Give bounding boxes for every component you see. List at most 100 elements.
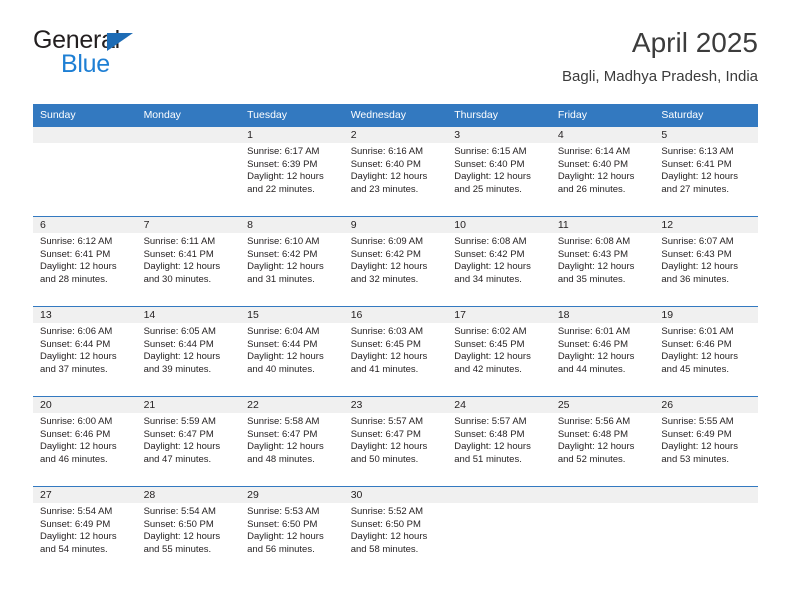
weekday-header-friday: Friday xyxy=(550,104,655,127)
day-cell-inner xyxy=(136,127,241,216)
sunset-time: Sunset: 6:47 PM xyxy=(247,428,318,440)
sunrise-time: Sunrise: 6:00 AM xyxy=(40,416,113,427)
calendar-day-cell[interactable]: 12 Sunrise: 6:07 AM Sunset: 6:43 PM Dayligh… xyxy=(654,216,758,307)
day-number: 3 xyxy=(447,127,551,143)
calendar-day-cell[interactable]: 14 Sunrise: 6:05 AM Sunset: 6:44 PM Dayligh… xyxy=(136,306,241,397)
calendar-day-cell[interactable]: 11 Sunrise: 6:08 AM Sunset: 6:43 PM Dayligh… xyxy=(550,216,655,307)
calendar-day-cell[interactable]: 29 Sunrise: 5:53 AM Sunset: 6:50 PM Dayligh… xyxy=(240,486,344,576)
calendar-day-cell[interactable]: 17 Sunrise: 6:02 AM Sunset: 6:45 PM Dayligh… xyxy=(447,306,551,397)
day-cell-inner: 1 Sunrise: 6:17 AM Sunset: 6:39 PM Daylight… xyxy=(240,127,344,216)
sunset-time: Sunset: 6:48 PM xyxy=(454,428,525,440)
calendar-day-cell[interactable]: 10 Sunrise: 6:08 AM Sunset: 6:42 PM Dayligh… xyxy=(447,216,551,307)
calendar-header: Sunday Monday Tuesday Wednesday Thursday… xyxy=(33,104,758,127)
daylight-duration-line1: Daylight: 12 hours xyxy=(247,261,324,273)
sunset-time: Sunset: 6:42 PM xyxy=(454,248,525,260)
day-number: 5 xyxy=(654,127,758,143)
daylight-duration-line2: and 27 minutes. xyxy=(661,183,729,195)
calendar-day-cell[interactable]: 6 Sunrise: 6:12 AM Sunset: 6:41 PM Daylight… xyxy=(33,216,137,307)
sunrise-time: Sunrise: 6:05 AM xyxy=(143,326,216,337)
day-details: Sunrise: 5:53 AM Sunset: 6:50 PM Daylight:… xyxy=(240,503,344,556)
day-number: 14 xyxy=(136,307,241,323)
day-cell-inner: 22 Sunrise: 5:58 AM Sunset: 6:47 PM Dayligh… xyxy=(240,397,344,486)
day-cell-inner: 17 Sunrise: 6:02 AM Sunset: 6:45 PM Dayligh… xyxy=(447,307,551,396)
day-cell-inner: 26 Sunrise: 5:55 AM Sunset: 6:49 PM Dayligh… xyxy=(654,397,758,486)
calendar-day-cell[interactable]: 2 Sunrise: 6:16 AM Sunset: 6:40 PM Daylight… xyxy=(343,126,448,217)
calendar-day-cell[interactable]: 25 Sunrise: 5:56 AM Sunset: 6:48 PM Dayligh… xyxy=(550,396,655,487)
calendar-day-cell[interactable]: 13 Sunrise: 6:06 AM Sunset: 6:44 PM Dayligh… xyxy=(33,306,137,397)
day-details: Sunrise: 6:01 AM Sunset: 6:46 PM Daylight:… xyxy=(654,323,758,376)
day-details: Sunrise: 6:05 AM Sunset: 6:44 PM Daylight:… xyxy=(137,323,241,376)
calendar-day-cell[interactable]: 21 Sunrise: 5:59 AM Sunset: 6:47 PM Dayligh… xyxy=(136,396,241,487)
daylight-duration-line1: Daylight: 12 hours xyxy=(143,441,221,453)
calendar-body: 1 Sunrise: 6:17 AM Sunset: 6:39 PM Daylight… xyxy=(33,126,758,576)
day-details: Sunrise: 6:01 AM Sunset: 6:46 PM Daylight:… xyxy=(551,323,655,376)
day-cell-inner: 29 Sunrise: 5:53 AM Sunset: 6:50 PM Dayligh… xyxy=(240,487,344,576)
daylight-duration-line2: and 22 minutes. xyxy=(247,183,315,195)
calendar-day-cell[interactable]: 22 Sunrise: 5:58 AM Sunset: 6:47 PM Dayligh… xyxy=(240,396,344,487)
day-details: Sunrise: 6:11 AM Sunset: 6:41 PM Daylight:… xyxy=(137,233,241,286)
calendar-day-cell[interactable]: 9 Sunrise: 6:09 AM Sunset: 6:42 PM Daylight… xyxy=(343,216,448,307)
daylight-duration-line1: Daylight: 12 hours xyxy=(350,531,428,543)
calendar-day-cell[interactable]: 23 Sunrise: 5:57 AM Sunset: 6:47 PM Dayligh… xyxy=(343,396,448,487)
page-title: April 2025 xyxy=(631,27,758,58)
day-cell-inner: 12 Sunrise: 6:07 AM Sunset: 6:43 PM Dayligh… xyxy=(654,217,758,306)
day-number: 4 xyxy=(550,127,655,143)
daylight-duration-line2: and 44 minutes. xyxy=(557,363,626,375)
day-cell-inner: 15 Sunrise: 6:04 AM Sunset: 6:44 PM Dayligh… xyxy=(240,307,344,396)
day-cell-inner: 24 Sunrise: 5:57 AM Sunset: 6:48 PM Dayligh… xyxy=(447,397,551,486)
daylight-duration-line1: Daylight: 12 hours xyxy=(40,441,117,453)
calendar-empty-cell xyxy=(136,126,241,217)
calendar-day-cell[interactable]: 19 Sunrise: 6:01 AM Sunset: 6:46 PM Dayligh… xyxy=(654,306,758,397)
day-number: 6 xyxy=(33,217,137,233)
sunrise-time: Sunrise: 6:10 AM xyxy=(247,236,320,247)
day-number: 8 xyxy=(240,217,344,233)
day-number: 20 xyxy=(33,397,137,413)
day-details: Sunrise: 6:03 AM Sunset: 6:45 PM Daylight:… xyxy=(344,323,448,376)
page-header: General Blue April 2025 Bagli, Madhya Pr… xyxy=(33,26,758,98)
day-cell-inner: 27 Sunrise: 5:54 AM Sunset: 6:49 PM Dayligh… xyxy=(33,487,137,576)
sunrise-time: Sunrise: 6:16 AM xyxy=(350,146,424,157)
day-cell-inner: 23 Sunrise: 5:57 AM Sunset: 6:47 PM Dayligh… xyxy=(343,397,448,486)
daylight-duration-line1: Daylight: 12 hours xyxy=(557,351,635,363)
sunset-time: Sunset: 6:39 PM xyxy=(247,158,318,170)
day-cell-inner: 10 Sunrise: 6:08 AM Sunset: 6:42 PM Dayligh… xyxy=(447,217,551,306)
daylight-duration-line2: and 53 minutes. xyxy=(661,453,729,465)
calendar-day-cell[interactable]: 5 Sunrise: 6:13 AM Sunset: 6:41 PM Daylight… xyxy=(654,126,758,217)
day-cell-inner: 28 Sunrise: 5:54 AM Sunset: 6:50 PM Dayligh… xyxy=(136,487,241,576)
calendar-day-cell[interactable]: 26 Sunrise: 5:55 AM Sunset: 6:49 PM Dayligh… xyxy=(654,396,758,487)
calendar-day-cell[interactable]: 8 Sunrise: 6:10 AM Sunset: 6:42 PM Daylight… xyxy=(240,216,344,307)
daylight-duration-line2: and 32 minutes. xyxy=(350,273,419,285)
calendar-day-cell[interactable]: 30 Sunrise: 5:52 AM Sunset: 6:50 PM Dayligh… xyxy=(343,486,448,576)
sunset-time: Sunset: 6:44 PM xyxy=(40,338,111,350)
daylight-duration-line1: Daylight: 12 hours xyxy=(557,441,635,453)
daylight-duration-line2: and 41 minutes. xyxy=(350,363,419,375)
day-cell-inner: 20 Sunrise: 6:00 AM Sunset: 6:46 PM Dayligh… xyxy=(33,397,137,486)
daylight-duration-line1: Daylight: 12 hours xyxy=(661,351,738,363)
day-cell-inner: 16 Sunrise: 6:03 AM Sunset: 6:45 PM Dayligh… xyxy=(343,307,448,396)
logo-triangle-icon xyxy=(107,33,133,51)
calendar-day-cell[interactable]: 24 Sunrise: 5:57 AM Sunset: 6:48 PM Dayligh… xyxy=(447,396,551,487)
daylight-duration-line2: and 52 minutes. xyxy=(557,453,626,465)
calendar-day-cell[interactable]: 15 Sunrise: 6:04 AM Sunset: 6:44 PM Dayligh… xyxy=(240,306,344,397)
calendar-day-cell[interactable]: 1 Sunrise: 6:17 AM Sunset: 6:39 PM Daylight… xyxy=(240,126,344,217)
daylight-duration-line2: and 26 minutes. xyxy=(557,183,626,195)
day-details: Sunrise: 5:55 AM Sunset: 6:49 PM Daylight:… xyxy=(654,413,758,466)
daylight-duration-line1: Daylight: 12 hours xyxy=(454,261,531,273)
daylight-duration-line2: and 31 minutes. xyxy=(247,273,315,285)
day-cell-inner: 5 Sunrise: 6:13 AM Sunset: 6:41 PM Daylight… xyxy=(654,127,758,216)
day-number: 23 xyxy=(343,397,448,413)
calendar-day-cell[interactable]: 7 Sunrise: 6:11 AM Sunset: 6:41 PM Daylight… xyxy=(136,216,241,307)
sunrise-time: Sunrise: 6:13 AM xyxy=(661,146,734,157)
sunset-time: Sunset: 6:40 PM xyxy=(350,158,421,170)
calendar-day-cell[interactable]: 27 Sunrise: 5:54 AM Sunset: 6:49 PM Dayligh… xyxy=(33,486,137,576)
day-details: Sunrise: 6:06 AM Sunset: 6:44 PM Daylight:… xyxy=(33,323,137,376)
calendar-day-cell[interactable]: 28 Sunrise: 5:54 AM Sunset: 6:50 PM Dayligh… xyxy=(136,486,241,576)
calendar-day-cell[interactable]: 4 Sunrise: 6:14 AM Sunset: 6:40 PM Daylight… xyxy=(550,126,655,217)
daylight-duration-line1: Daylight: 12 hours xyxy=(557,261,635,273)
calendar-day-cell[interactable]: 3 Sunrise: 6:15 AM Sunset: 6:40 PM Daylight… xyxy=(447,126,551,217)
calendar-day-cell[interactable]: 18 Sunrise: 6:01 AM Sunset: 6:46 PM Dayligh… xyxy=(550,306,655,397)
calendar-day-cell[interactable]: 20 Sunrise: 6:00 AM Sunset: 6:46 PM Dayligh… xyxy=(33,396,137,487)
calendar-day-cell[interactable]: 16 Sunrise: 6:03 AM Sunset: 6:45 PM Dayligh… xyxy=(343,306,448,397)
sunset-time: Sunset: 6:49 PM xyxy=(661,428,732,440)
day-details: Sunrise: 6:17 AM Sunset: 6:39 PM Daylight:… xyxy=(240,143,344,196)
